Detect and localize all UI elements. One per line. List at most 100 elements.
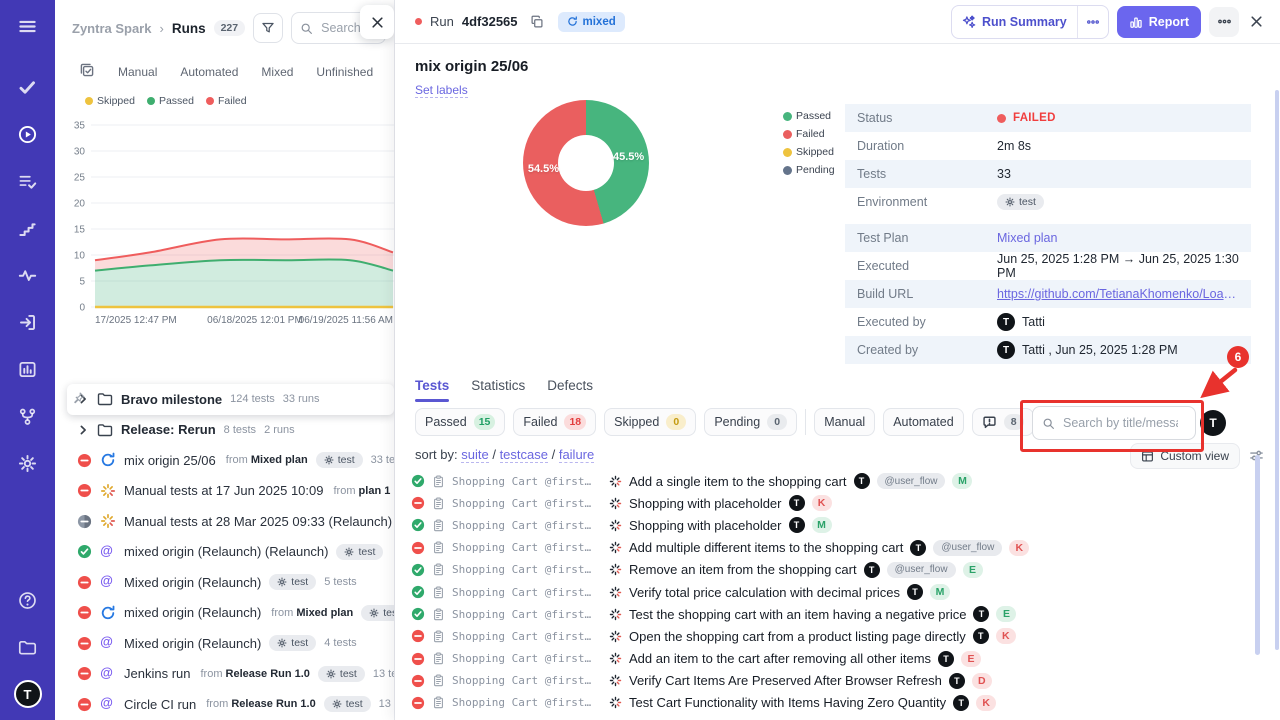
filter-chip-pending[interactable]: Pending0 (704, 408, 797, 436)
sidebar-item-settings[interactable] (14, 449, 42, 477)
tab-defects[interactable]: Defects (547, 378, 593, 393)
detail-value: Mixed plan (997, 231, 1057, 245)
clipboard-icon (432, 541, 445, 554)
filter-chip-skipped[interactable]: Skipped0 (604, 408, 696, 436)
run-row[interactable]: @mixed origin (Relaunch) (Relaunch)test (55, 537, 394, 568)
runs-filter-tabs: ManualAutomatedMixedUnfinishedG (55, 52, 394, 93)
test-row[interactable]: Shopping Cart @first…Add an item to the … (411, 648, 1256, 670)
runs-tab-unfinished[interactable]: Unfinished (316, 65, 373, 79)
milestone-count: 2 runs (264, 424, 295, 436)
test-row[interactable]: Shopping Cart @first…Add a single item t… (411, 470, 1256, 492)
sidebar-item-help[interactable] (14, 586, 42, 614)
run-row[interactable]: @Circle CI runfrom Release Run 1.0test13… (55, 689, 394, 720)
test-row[interactable]: Shopping Cart @first…Shopping with place… (411, 514, 1256, 536)
test-suite: Shopping Cart @first… (452, 608, 602, 621)
set-labels-link[interactable]: Set labels (415, 83, 468, 98)
run-summary-more-button[interactable] (1078, 6, 1108, 38)
run-row[interactable]: @Mixed origin (Relaunch)test4 tests (55, 628, 394, 659)
burst-icon (609, 652, 622, 665)
user-avatar[interactable]: T (14, 680, 42, 708)
run-summary-button[interactable]: Run Summary (952, 6, 1077, 38)
breadcrumb-runs[interactable]: Runs (172, 21, 206, 36)
test-row[interactable]: Shopping Cart @first…Verify total price … (411, 581, 1256, 603)
filter-chip-comment-alert[interactable]: 8 (972, 408, 1034, 436)
select-all-icon-button[interactable] (79, 62, 95, 81)
report-button[interactable]: Report (1117, 6, 1201, 38)
test-row[interactable]: Shopping Cart @first…Open the shopping c… (411, 625, 1256, 647)
tests-search-input[interactable] (1061, 415, 1180, 431)
burst-icon (609, 497, 622, 510)
test-row[interactable]: Shopping Cart @first…Shopping with place… (411, 492, 1256, 514)
sort-by-suite[interactable]: suite (461, 447, 488, 463)
branch-icon (18, 407, 37, 426)
run-row[interactable]: @Jenkins runfrom Release Run 1.0test13 t… (55, 659, 394, 690)
run-name: Mixed origin (Relaunch) (124, 575, 261, 590)
run-row[interactable]: Manual tests at 28 Mar 2025 09:33 (Relau… (55, 506, 394, 537)
status-passed-icon (411, 518, 425, 532)
sidebar-item-check[interactable] (14, 73, 42, 101)
custom-view-button[interactable]: Custom view (1130, 443, 1240, 469)
detail-row: Executed byTTatti (845, 308, 1251, 336)
tab-tests[interactable]: Tests (415, 378, 449, 393)
donut-legend-passed: Passed (783, 110, 835, 122)
test-row[interactable]: Shopping Cart @first…Test Cart Functiona… (411, 692, 1256, 714)
test-row[interactable]: Shopping Cart @first…Remove an item from… (411, 559, 1256, 581)
tab-statistics[interactable]: Statistics (471, 378, 525, 393)
run-row[interactable]: mix origin 25/06from Mixed plantest33 te… (55, 445, 394, 476)
copy-run-id-button[interactable] (530, 15, 544, 29)
owner-chip: D (972, 673, 992, 689)
test-row[interactable]: Shopping Cart @first…Verify Cart Items A… (411, 670, 1256, 692)
sidebar-item-branch[interactable] (14, 402, 42, 430)
run-name: mixed origin (Relaunch) (Relaunch) (124, 544, 328, 559)
test-plan-link[interactable]: Mixed plan (997, 231, 1057, 245)
owner-chip: M (930, 584, 950, 600)
sidebar-item-list-check[interactable] (14, 167, 42, 195)
sidebar-item-bar-chart[interactable] (14, 355, 42, 383)
runs-tab-manual[interactable]: Manual (118, 65, 157, 79)
sidebar-item-projects[interactable] (14, 633, 42, 661)
detail-label: Created by (857, 343, 997, 357)
milestone-row[interactable]: Release: Rerun8 tests2 runs (55, 415, 394, 446)
run-row[interactable]: mixed origin (Relaunch)from Mixed plante… (55, 598, 394, 629)
test-title: Shopping with placeholder (629, 496, 782, 511)
filter-chip-failed[interactable]: Failed18 (513, 408, 596, 436)
sidebar-item-steps[interactable] (14, 214, 42, 242)
filter-chip-passed[interactable]: Passed15 (415, 408, 505, 436)
user-avatar: T (997, 341, 1015, 359)
ellipsis-icon (1217, 14, 1232, 29)
menu-button[interactable] (14, 12, 42, 40)
tests-search-box[interactable] (1032, 406, 1196, 440)
status-failed-icon (411, 696, 425, 710)
sparkles-icon (962, 15, 976, 29)
build-url-link[interactable]: https://github.com/TetianaKhomenko/Load-… (997, 287, 1239, 301)
test-title: Verify Cart Items Are Preserved After Br… (629, 673, 942, 688)
burst-icon (609, 475, 622, 488)
run-row[interactable]: Manual tests at 17 Jun 2025 10:09from pl… (55, 476, 394, 507)
more-actions-button[interactable] (1209, 7, 1239, 37)
filter-chip-automated[interactable]: Automated (883, 408, 963, 436)
run-details-table: StatusFAILEDDuration2m 8sTests33Environm… (845, 104, 1251, 364)
chevron-right-icon[interactable] (77, 424, 89, 436)
sidebar-item-sign-in[interactable] (14, 308, 42, 336)
user-avatar[interactable]: T (1200, 410, 1226, 436)
runs-tab-automated[interactable]: Automated (180, 65, 238, 79)
runs-tab-mixed[interactable]: Mixed (261, 65, 293, 79)
milestone-row[interactable]: Bravo milestone124 tests33 runs (67, 384, 394, 415)
sort-by-failure[interactable]: failure (559, 447, 594, 463)
sidebar-item-runs-play[interactable] (14, 120, 42, 148)
sort-by-testcase[interactable]: testcase (500, 447, 548, 463)
sidebar-item-activity[interactable] (14, 261, 42, 289)
panel-scrollbar[interactable] (1275, 90, 1279, 650)
close-run-button[interactable] (1247, 14, 1266, 29)
run-row[interactable]: @Mixed origin (Relaunch)test5 tests (55, 567, 394, 598)
tests-scrollbar[interactable] (1255, 455, 1260, 655)
status-failed-icon (77, 575, 92, 590)
filter-chip-manual[interactable]: Manual (814, 408, 875, 436)
breadcrumb-project[interactable]: Zyntra Spark (72, 21, 151, 36)
test-row[interactable]: Shopping Cart @first…Add multiple differ… (411, 537, 1256, 559)
at-icon: @ (100, 666, 116, 682)
detail-value: 2m 8s (997, 139, 1031, 153)
filter-button[interactable] (253, 13, 283, 43)
panel-close-button[interactable] (360, 5, 394, 39)
test-row[interactable]: Shopping Cart @first…Test the shopping c… (411, 603, 1256, 625)
